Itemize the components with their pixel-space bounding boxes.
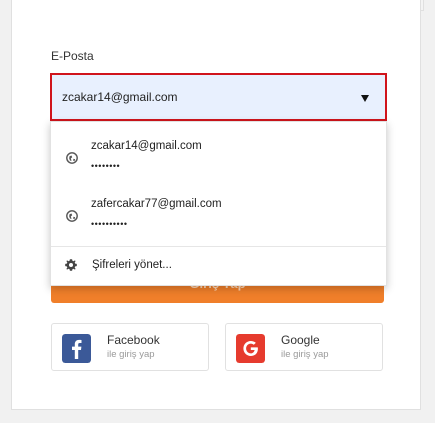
facebook-sublabel: ile giriş yap <box>107 349 155 360</box>
gear-icon <box>65 259 77 271</box>
dropdown-divider <box>51 246 386 247</box>
globe-icon <box>66 210 78 222</box>
autofill-email: zafercakar77@gmail.com <box>91 198 222 210</box>
autofill-dropdown: zcakar14@gmail.com •••••••• zafercakar77… <box>50 121 387 286</box>
google-icon <box>236 334 265 363</box>
autofill-account-option[interactable]: zafercakar77@gmail.com •••••••••• <box>51 186 386 236</box>
autofill-password-mask: •••••••••• <box>91 219 128 229</box>
globe-icon <box>66 152 78 164</box>
manage-passwords-option[interactable]: Şifreleri yönet... <box>51 252 386 282</box>
autofill-password-mask: •••••••• <box>91 161 121 171</box>
google-label: Google <box>281 333 320 347</box>
email-field[interactable]: zcakar14@gmail.com <box>50 73 387 121</box>
facebook-login-button[interactable]: Facebook ile giriş yap <box>51 323 209 371</box>
autofill-account-option[interactable]: zcakar14@gmail.com •••••••• <box>51 128 386 178</box>
email-field-value: zcakar14@gmail.com <box>62 90 178 104</box>
facebook-label: Facebook <box>107 333 160 347</box>
email-label: E-Posta <box>51 49 94 63</box>
autofill-email: zcakar14@gmail.com <box>91 140 202 152</box>
chevron-down-icon[interactable] <box>361 95 369 102</box>
manage-passwords-label: Şifreleri yönet... <box>92 259 172 271</box>
facebook-icon <box>62 334 91 363</box>
google-sublabel: ile giriş yap <box>281 349 329 360</box>
google-login-button[interactable]: Google ile giriş yap <box>225 323 383 371</box>
